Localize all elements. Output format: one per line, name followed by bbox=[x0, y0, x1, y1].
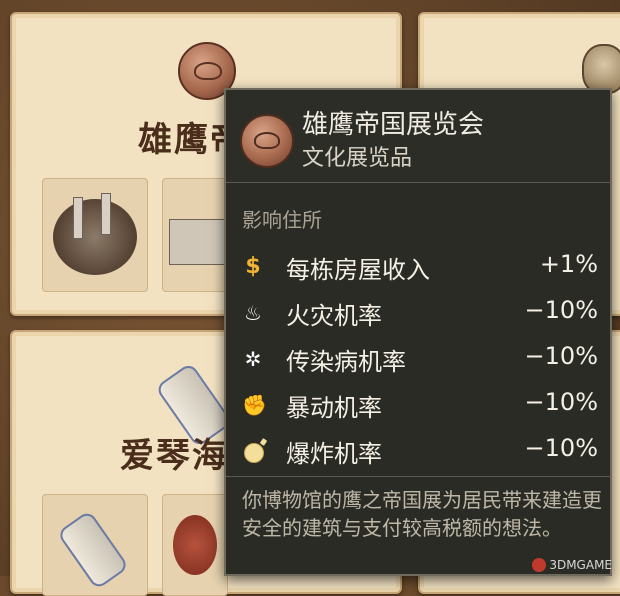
stat-label: 每栋房屋收入 bbox=[286, 256, 430, 284]
stat-row-explosion: 爆炸机率 −10% bbox=[242, 434, 598, 468]
stat-row-riot: ✊ 暴动机率 −10% bbox=[242, 388, 598, 422]
stat-value: +1% bbox=[539, 250, 598, 278]
stat-row-income: $ 每栋房屋收入 +1% bbox=[242, 250, 598, 284]
temple-ruin-icon bbox=[169, 219, 227, 265]
exhibit-slot[interactable] bbox=[162, 178, 228, 292]
stat-value: −10% bbox=[524, 434, 598, 462]
fist-icon: ✊ bbox=[242, 393, 267, 417]
stat-label: 火灾机率 bbox=[286, 302, 382, 330]
virus-icon: ✲ bbox=[244, 347, 262, 371]
pottery-icon bbox=[173, 515, 217, 575]
stat-value: −10% bbox=[524, 342, 598, 370]
stat-value: −10% bbox=[524, 296, 598, 324]
fire-icon: ♨ bbox=[244, 301, 262, 325]
stat-label: 传染病机率 bbox=[286, 348, 406, 376]
pillar-icon bbox=[73, 197, 83, 239]
section-heading: 影响住所 bbox=[242, 208, 322, 232]
eagle-medallion-icon bbox=[240, 114, 294, 168]
exhibit-tooltip: 雄鹰帝国展览会 文化展览品 影响住所 $ 每栋房屋收入 +1% ♨ 火灾机率 −… bbox=[224, 88, 612, 576]
tooltip-subtitle: 文化展览品 bbox=[302, 146, 413, 171]
pillar-icon bbox=[101, 193, 111, 235]
stat-value: −10% bbox=[524, 388, 598, 416]
tooltip-title: 雄鹰帝国展览会 bbox=[302, 110, 485, 140]
exhibit-slot[interactable] bbox=[42, 494, 148, 596]
bomb-icon bbox=[244, 443, 264, 463]
coin-icon: $ bbox=[245, 254, 261, 279]
watermark-text: 3DMGAME bbox=[549, 557, 612, 572]
exhibit-slot[interactable] bbox=[162, 494, 228, 596]
tooltip-header: 雄鹰帝国展览会 文化展览品 bbox=[226, 90, 610, 182]
stat-row-disease: ✲ 传染病机率 −10% bbox=[242, 342, 598, 376]
tooltip-description: 你博物馆的鹰之帝国展为居民带来建造更安全的建筑与支付较高税额的想法。 bbox=[242, 488, 602, 540]
scroll-icon bbox=[56, 509, 130, 591]
mummy-skull-icon bbox=[582, 44, 620, 94]
exhibit-slot[interactable] bbox=[42, 178, 148, 292]
divider bbox=[226, 476, 610, 477]
ruins-icon bbox=[53, 199, 137, 275]
watermark-logo-icon bbox=[532, 558, 547, 572]
stat-label: 暴动机率 bbox=[286, 394, 382, 422]
divider bbox=[226, 182, 610, 183]
stat-label: 爆炸机率 bbox=[286, 440, 382, 468]
stat-row-fire: ♨ 火灾机率 −10% bbox=[242, 296, 598, 330]
site-watermark: 3DMGAME bbox=[532, 557, 612, 572]
card-title: 爱琴海 bbox=[120, 436, 228, 476]
